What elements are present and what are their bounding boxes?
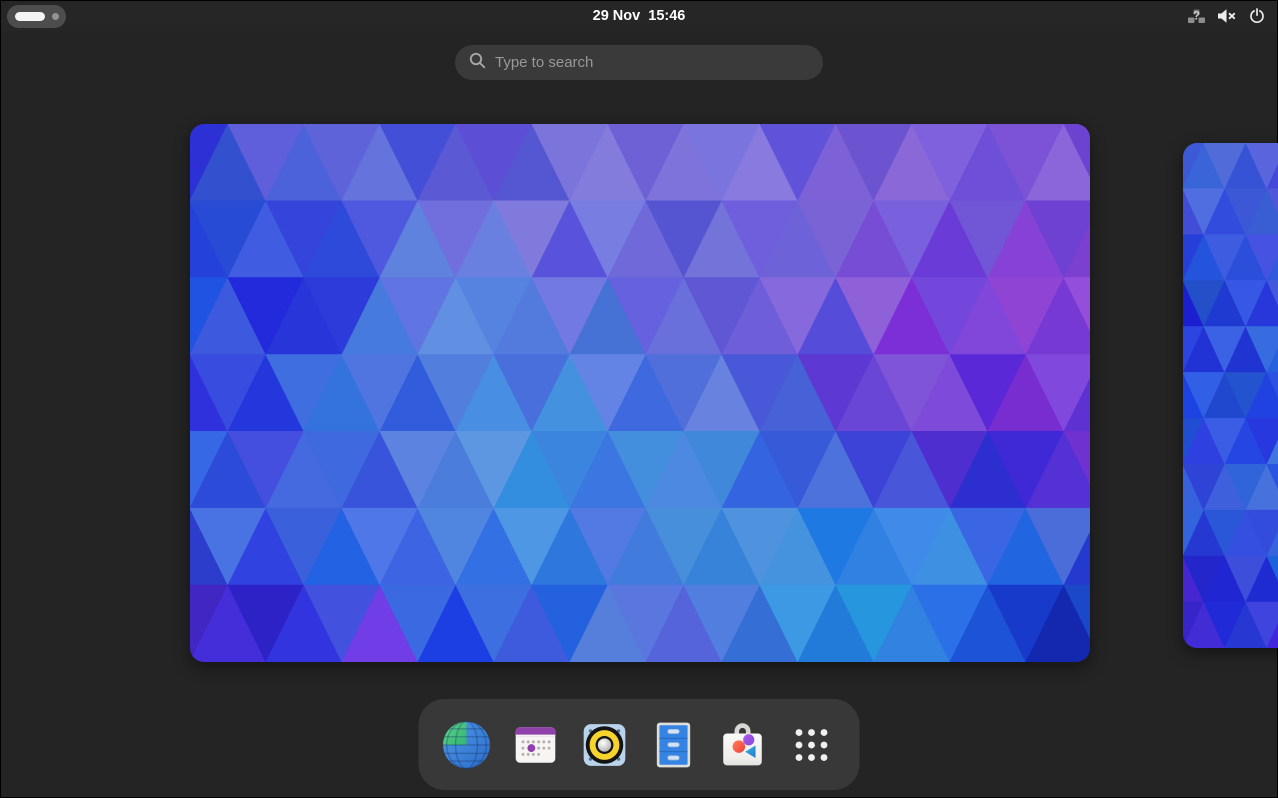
- dash-dock: [419, 699, 860, 790]
- network-question-icon: ?: [1187, 7, 1206, 26]
- search-input[interactable]: [495, 54, 809, 71]
- workspace-preview-next[interactable]: [1183, 143, 1278, 648]
- wallpaper-current: [190, 124, 1090, 662]
- file-manager-icon[interactable]: [648, 719, 700, 771]
- calendar-icon[interactable]: [510, 719, 562, 771]
- search-entry[interactable]: [455, 45, 823, 80]
- app-grid-icon[interactable]: [786, 719, 838, 771]
- music-player-icon[interactable]: [579, 719, 631, 771]
- top-bar: 29 Nov 15:46 ?: [1, 1, 1277, 31]
- system-status-area[interactable]: ?: [1187, 1, 1267, 31]
- volume-muted-icon: [1216, 7, 1237, 25]
- gnome-activities-overview: { "topbar": { "clock_label": "29 Nov 15:…: [0, 0, 1278, 798]
- software-store-icon[interactable]: [717, 719, 769, 771]
- web-browser-icon[interactable]: [441, 719, 493, 771]
- clock[interactable]: 29 Nov 15:46: [593, 7, 686, 25]
- wallpaper-next: [1183, 143, 1278, 648]
- svg-text:?: ?: [1193, 8, 1200, 22]
- workspace-preview-current[interactable]: [190, 124, 1090, 662]
- workspace-indicator[interactable]: [7, 5, 66, 28]
- workspace-inactive-dot: [52, 13, 59, 20]
- power-icon: [1247, 6, 1267, 26]
- workspace-active-pill: [15, 12, 45, 21]
- search-icon: [469, 52, 486, 74]
